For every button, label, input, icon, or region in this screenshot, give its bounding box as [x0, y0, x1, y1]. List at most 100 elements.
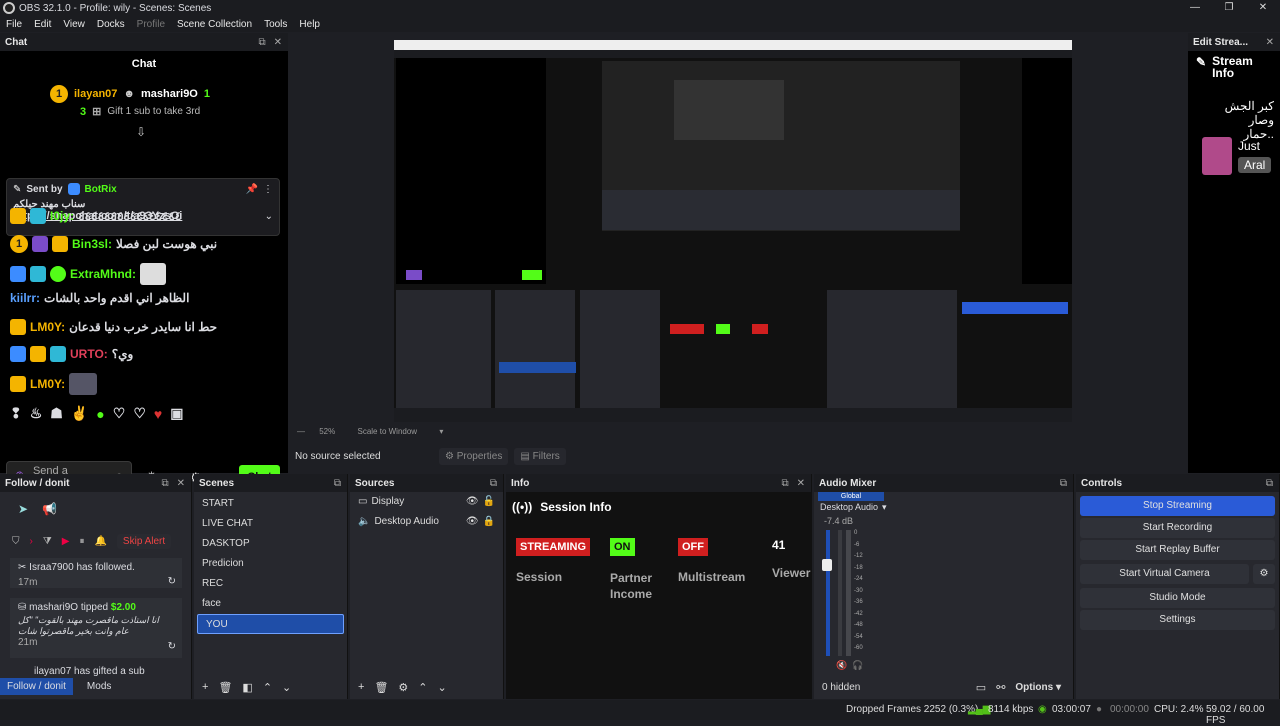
- link-icon[interactable]: ⚯: [996, 681, 1005, 694]
- source-item[interactable]: 🔈 Desktop Audio 👁 🔒: [350, 512, 503, 532]
- virtual-camera-settings-icon[interactable]: ⚙: [1253, 564, 1275, 584]
- float-icon[interactable]: ⧉: [161, 478, 168, 489]
- filter-icon[interactable]: ◧: [242, 681, 252, 694]
- add-icon[interactable]: +: [358, 681, 364, 693]
- chevron-up-icon[interactable]: ⌃: [263, 681, 272, 694]
- float-icon[interactable]: ⧉: [490, 478, 497, 489]
- float-icon[interactable]: ⧉: [258, 37, 265, 48]
- emote-icon[interactable]: ✌: [71, 405, 88, 422]
- emote-icon[interactable]: ☗: [50, 405, 63, 422]
- chat-username[interactable]: I0jy:: [50, 209, 74, 223]
- float-icon[interactable]: ⧉: [334, 478, 341, 489]
- chat-username[interactable]: kiilrr:: [10, 291, 40, 305]
- studio-mode-button[interactable]: Studio Mode: [1080, 588, 1275, 608]
- filters-button[interactable]: ▤ Filters: [514, 447, 566, 465]
- close-icon[interactable]: ✕: [797, 478, 805, 489]
- emote-icon[interactable]: ●: [96, 406, 104, 422]
- chevron-down-icon[interactable]: ▾: [439, 427, 443, 436]
- bell-icon[interactable]: 🔔: [94, 536, 106, 547]
- scale-mode[interactable]: Scale to Window: [357, 427, 417, 436]
- zoom-out-icon[interactable]: —: [297, 427, 305, 436]
- lock-icon[interactable]: 🔓: [483, 492, 495, 512]
- menu-profile[interactable]: Profile: [131, 19, 171, 30]
- emote-icon[interactable]: ♥: [154, 406, 162, 422]
- scene-item[interactable]: START: [194, 494, 347, 514]
- play-icon[interactable]: ▶: [62, 536, 70, 547]
- preview-canvas[interactable]: [394, 40, 1072, 422]
- chat-username[interactable]: ExtraMhnd:: [70, 267, 136, 281]
- close-button[interactable]: ✕: [1246, 0, 1280, 16]
- maximize-button[interactable]: ❐: [1212, 0, 1246, 16]
- emote-icon[interactable]: ❢: [10, 405, 22, 422]
- category-thumbnail[interactable]: [1202, 137, 1232, 175]
- source-item[interactable]: ▭ Display 👁 🔓: [350, 492, 503, 512]
- menu-scene-collection[interactable]: Scene Collection: [171, 19, 258, 30]
- properties-button[interactable]: ⚙ Properties: [439, 447, 509, 465]
- float-icon[interactable]: ⧉: [1060, 478, 1067, 489]
- menu-help[interactable]: Help: [293, 19, 326, 30]
- start-virtual-camera-button[interactable]: Start Virtual Camera: [1080, 564, 1249, 584]
- language-tag[interactable]: Aral: [1238, 157, 1272, 173]
- options-button[interactable]: Options ▾: [1015, 682, 1073, 693]
- close-icon[interactable]: ✕: [1266, 37, 1274, 48]
- float-icon[interactable]: ⧉: [1266, 478, 1273, 489]
- float-icon[interactable]: ⧉: [781, 478, 788, 489]
- emote-icon[interactable]: ♡: [133, 405, 146, 422]
- menu-tools[interactable]: Tools: [258, 19, 293, 30]
- chat-username[interactable]: Bin3sl:: [72, 237, 112, 251]
- gifter-name[interactable]: ilayan07: [74, 88, 117, 100]
- menu-view[interactable]: View: [57, 19, 91, 30]
- chat-username[interactable]: URTO:: [70, 347, 108, 361]
- scene-item[interactable]: DASKTOP: [194, 534, 347, 554]
- tab-follow-donit[interactable]: Follow / donit: [0, 678, 73, 695]
- global-tab[interactable]: Global: [818, 492, 884, 501]
- audio-device-select[interactable]: Desktop Audio ▾: [820, 502, 887, 513]
- menu-docks[interactable]: Docks: [91, 19, 131, 30]
- replay-icon[interactable]: ↻: [168, 576, 176, 587]
- chevron-down-icon[interactable]: ⌄: [282, 681, 291, 694]
- zoom-level[interactable]: 52%: [319, 427, 335, 436]
- replay-icon[interactable]: ↻: [168, 641, 176, 652]
- unpin-icon[interactable]: 📌: [246, 184, 258, 195]
- scene-item-selected[interactable]: YOU: [197, 614, 344, 634]
- chat-username[interactable]: LM0Y:: [30, 377, 65, 391]
- scene-item[interactable]: Predicion: [194, 554, 347, 574]
- eye-icon[interactable]: 👁: [466, 492, 479, 512]
- start-replay-buffer-button[interactable]: Start Replay Buffer: [1080, 540, 1275, 560]
- megaphone-icon[interactable]: 📢: [42, 502, 57, 516]
- mute-icon[interactable]: 🔇: [836, 660, 847, 671]
- lock-icon[interactable]: 🔒: [483, 512, 495, 532]
- pause-icon[interactable]: ⏸: [79, 536, 84, 547]
- volume-fader[interactable]: [822, 559, 832, 572]
- shield-icon[interactable]: ⛉: [12, 536, 20, 547]
- add-icon[interactable]: +: [202, 681, 208, 693]
- scene-item[interactable]: face: [194, 594, 347, 614]
- chat-username[interactable]: LM0Y:: [30, 320, 65, 334]
- scene-item[interactable]: REC: [194, 574, 347, 594]
- menu-edit[interactable]: Edit: [28, 19, 57, 30]
- gifter-name[interactable]: mashari9O: [141, 88, 198, 100]
- scene-item[interactable]: LIVE CHAT: [194, 514, 347, 534]
- trash-icon[interactable]: 🗑: [374, 681, 388, 694]
- send-icon[interactable]: ➤: [18, 502, 28, 516]
- close-icon[interactable]: ✕: [177, 478, 185, 489]
- settings-button[interactable]: Settings: [1080, 610, 1275, 630]
- emote-icon[interactable]: ♨: [30, 405, 43, 422]
- stop-streaming-button[interactable]: Stop Streaming: [1080, 496, 1275, 516]
- headphones-icon[interactable]: 🎧: [852, 660, 863, 671]
- layout-icon[interactable]: ▭: [976, 681, 986, 694]
- filter-icon[interactable]: ⧩: [43, 536, 52, 547]
- chevron-right-icon[interactable]: ›: [30, 536, 33, 547]
- emote-icon[interactable]: ▣: [170, 405, 183, 422]
- minimize-button[interactable]: —: [1178, 0, 1212, 16]
- trash-icon[interactable]: 🗑: [218, 681, 232, 694]
- close-icon[interactable]: ✕: [274, 37, 282, 48]
- pinned-sender[interactable]: BotRix: [85, 184, 117, 195]
- chevron-down-icon[interactable]: ⌄: [265, 211, 273, 222]
- more-icon[interactable]: ⋮: [263, 184, 273, 195]
- collapse-icon[interactable]: ⇩: [136, 125, 146, 139]
- chevron-down-icon[interactable]: ⌄: [438, 681, 447, 694]
- chevron-up-icon[interactable]: ⌃: [418, 681, 427, 694]
- gear-icon[interactable]: ⚙: [398, 681, 408, 694]
- menu-file[interactable]: File: [0, 19, 28, 30]
